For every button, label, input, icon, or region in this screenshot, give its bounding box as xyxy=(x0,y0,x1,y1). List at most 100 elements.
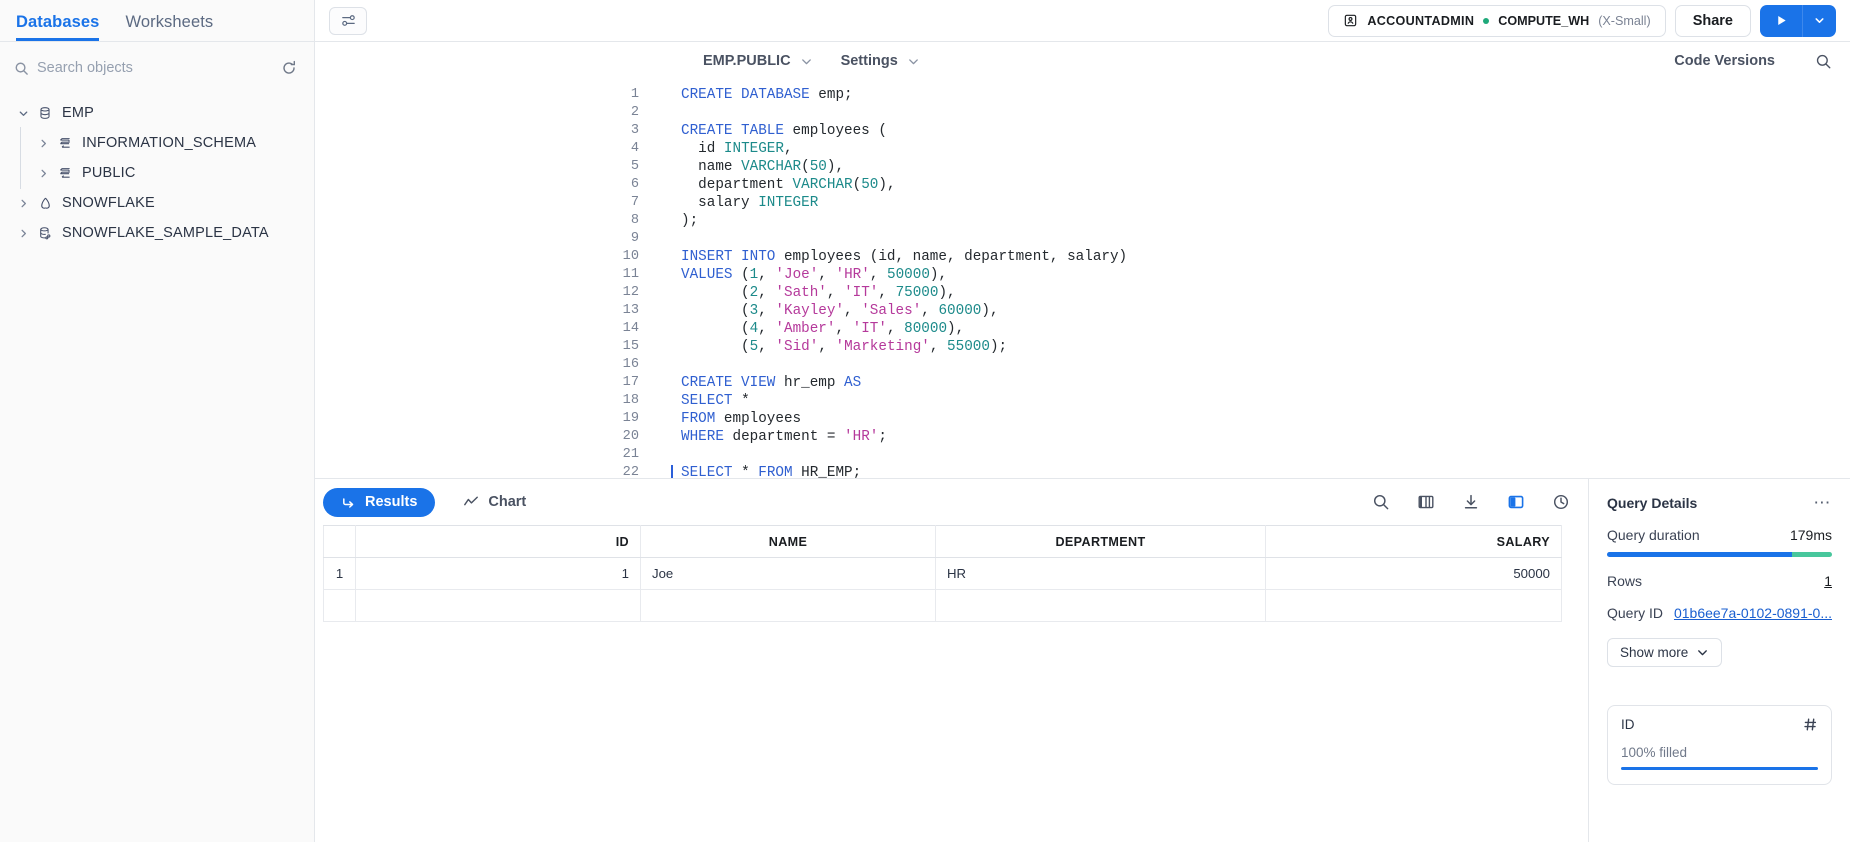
share-button[interactable]: Share xyxy=(1674,4,1751,37)
code-text[interactable]: CREATE TABLE employees ( xyxy=(673,122,887,140)
run-options-button[interactable] xyxy=(1802,4,1836,37)
code-token: 'Amber' xyxy=(775,321,836,337)
tree-item-information-schema[interactable]: INFORMATION_SCHEMA xyxy=(0,127,314,159)
tab-worksheets[interactable]: Worksheets xyxy=(125,13,213,41)
empty-cell xyxy=(355,589,641,622)
code-text[interactable]: ); xyxy=(673,212,698,230)
col-header-index[interactable] xyxy=(323,525,356,558)
code-line[interactable]: 14 (4, 'Amber', 'IT', 80000), xyxy=(315,320,1850,338)
code-line[interactable]: 2 xyxy=(315,104,1850,122)
code-line[interactable]: 9 xyxy=(315,230,1850,248)
tab-chart[interactable]: Chart xyxy=(445,488,544,517)
cell-salary[interactable]: 50000 xyxy=(1265,557,1562,590)
duration-bar-execute xyxy=(1791,552,1832,557)
code-line[interactable]: 11 VALUES (1, 'Joe', 'HR', 50000), xyxy=(315,266,1850,284)
query-id-value[interactable]: 01b6ee7a-0102-0891-0... xyxy=(1674,605,1832,621)
code-line[interactable]: 12 (2, 'Sath', 'IT', 75000), xyxy=(315,284,1850,302)
tab-databases[interactable]: Databases xyxy=(16,13,99,41)
code-line[interactable]: 8); xyxy=(315,212,1850,230)
code-line[interactable]: 5 name VARCHAR(50), xyxy=(315,158,1850,176)
code-line[interactable]: 7 salary INTEGER xyxy=(315,194,1850,212)
rows-value[interactable]: 1 xyxy=(1824,573,1832,589)
code-text[interactable]: CREATE VIEW hr_emp AS xyxy=(673,374,861,392)
context-selector[interactable]: EMP.PUBLIC xyxy=(703,53,813,69)
code-line[interactable]: 15 (5, 'Sid', 'Marketing', 55000); xyxy=(315,338,1850,356)
refresh-icon[interactable] xyxy=(278,57,300,79)
code-text[interactable]: SELECT * FROM HR_EMP; xyxy=(670,464,861,478)
search-icon[interactable] xyxy=(1372,493,1390,511)
run-button[interactable] xyxy=(1760,4,1802,37)
show-more-button[interactable]: Show more xyxy=(1607,638,1723,667)
main-area: ACCOUNTADMIN COMPUTE_WH (X-Small) Share xyxy=(315,0,1850,842)
cell-department[interactable]: HR xyxy=(935,557,1266,590)
code-text[interactable]: (3, 'Kayley', 'Sales', 60000), xyxy=(673,302,998,320)
code-text[interactable]: CREATE DATABASE emp; xyxy=(673,86,853,104)
code-line[interactable]: 6 department VARCHAR(50), xyxy=(315,176,1850,194)
columns-icon[interactable] xyxy=(1417,493,1435,511)
cell-name[interactable]: Joe xyxy=(640,557,936,590)
code-token: , xyxy=(758,303,776,319)
download-icon[interactable] xyxy=(1462,493,1480,511)
history-icon[interactable] xyxy=(1552,493,1570,511)
col-header-department[interactable]: DEPARTMENT xyxy=(935,525,1266,558)
code-line[interactable]: 18 SELECT * xyxy=(315,392,1850,410)
search-objects-field[interactable] xyxy=(14,60,270,76)
code-text[interactable]: SELECT * xyxy=(673,392,750,410)
code-line[interactable]: 22 SELECT * FROM HR_EMP; xyxy=(315,464,1850,478)
tree-item-public[interactable]: PUBLIC xyxy=(0,157,314,189)
code-text[interactable] xyxy=(673,446,690,464)
tree-item-snowflake[interactable]: SNOWFLAKE xyxy=(0,188,314,218)
table-row[interactable]: 1 1 Joe HR 50000 xyxy=(323,557,1562,590)
chevron-right-icon[interactable] xyxy=(32,138,54,149)
line-number: 7 xyxy=(630,195,639,210)
chevron-right-icon[interactable] xyxy=(32,168,54,179)
tree-item-snowflake-sample-data[interactable]: SNOWFLAKE_SAMPLE_DATA xyxy=(0,218,314,248)
code-line[interactable]: 21 xyxy=(315,446,1850,464)
snowflake-db-icon xyxy=(34,196,56,211)
search-input[interactable] xyxy=(37,60,270,76)
code-text[interactable] xyxy=(673,356,690,374)
chevron-right-icon[interactable] xyxy=(12,198,34,209)
code-line[interactable]: 3 CREATE TABLE employees ( xyxy=(315,122,1850,140)
search-icon[interactable] xyxy=(1815,53,1832,70)
code-text[interactable]: (5, 'Sid', 'Marketing', 55000); xyxy=(673,338,1007,356)
code-line[interactable]: 19 FROM employees xyxy=(315,410,1850,428)
sql-code-editor[interactable]: 1 CREATE DATABASE emp; 2 3 CREATE TABLE emp… xyxy=(315,80,1850,478)
col-header-id[interactable]: ID xyxy=(355,525,641,558)
split-pane-icon[interactable] xyxy=(1507,493,1525,511)
code-versions-button[interactable]: Code Versions xyxy=(1674,53,1775,69)
chevron-right-icon[interactable] xyxy=(12,228,34,239)
sliders-icon[interactable] xyxy=(329,6,367,35)
context-pill[interactable]: ACCOUNTADMIN COMPUTE_WH (X-Small) xyxy=(1328,4,1666,37)
code-line[interactable]: 16 xyxy=(315,356,1850,374)
cell-id[interactable]: 1 xyxy=(355,557,641,590)
code-line[interactable]: 10 INSERT INTO employees (id, name, depar… xyxy=(315,248,1850,266)
code-text[interactable] xyxy=(673,230,690,248)
code-text[interactable]: id INTEGER, xyxy=(673,140,792,158)
code-text[interactable]: department VARCHAR(50), xyxy=(673,176,895,194)
code-text[interactable]: salary INTEGER xyxy=(673,194,818,212)
code-text[interactable]: name VARCHAR(50), xyxy=(673,158,844,176)
settings-menu[interactable]: Settings xyxy=(841,53,920,69)
line-number: 1 xyxy=(630,87,639,102)
code-line[interactable]: 4 id INTEGER, xyxy=(315,140,1850,158)
col-header-name[interactable]: NAME xyxy=(640,525,936,558)
col-header-salary[interactable]: SALARY xyxy=(1265,525,1562,558)
tree-item-emp[interactable]: EMP xyxy=(0,98,314,128)
code-text[interactable] xyxy=(673,104,690,122)
code-text[interactable]: (4, 'Amber', 'IT', 80000), xyxy=(673,320,964,338)
chevron-down-icon[interactable] xyxy=(12,108,34,119)
code-line[interactable]: 17 CREATE VIEW hr_emp AS xyxy=(315,374,1850,392)
tab-results[interactable]: Results xyxy=(323,487,436,517)
code-line[interactable]: 20 WHERE department = 'HR'; xyxy=(315,428,1850,446)
code-token: ); xyxy=(989,339,1008,355)
code-text[interactable]: INSERT INTO employees (id, name, departm… xyxy=(673,248,1127,266)
code-line[interactable]: 13 (3, 'Kayley', 'Sales', 60000), xyxy=(315,302,1850,320)
code-text[interactable]: (2, 'Sath', 'IT', 75000), xyxy=(673,284,956,302)
code-line[interactable]: 1 CREATE DATABASE emp; xyxy=(315,86,1850,104)
ellipsis-icon[interactable]: ⋯ xyxy=(1813,494,1832,511)
code-text[interactable]: VALUES (1, 'Joe', 'HR', 50000), xyxy=(673,266,947,284)
code-token: , xyxy=(844,303,862,319)
code-text[interactable]: WHERE department = 'HR'; xyxy=(673,428,887,446)
code-text[interactable]: FROM employees xyxy=(673,410,801,428)
